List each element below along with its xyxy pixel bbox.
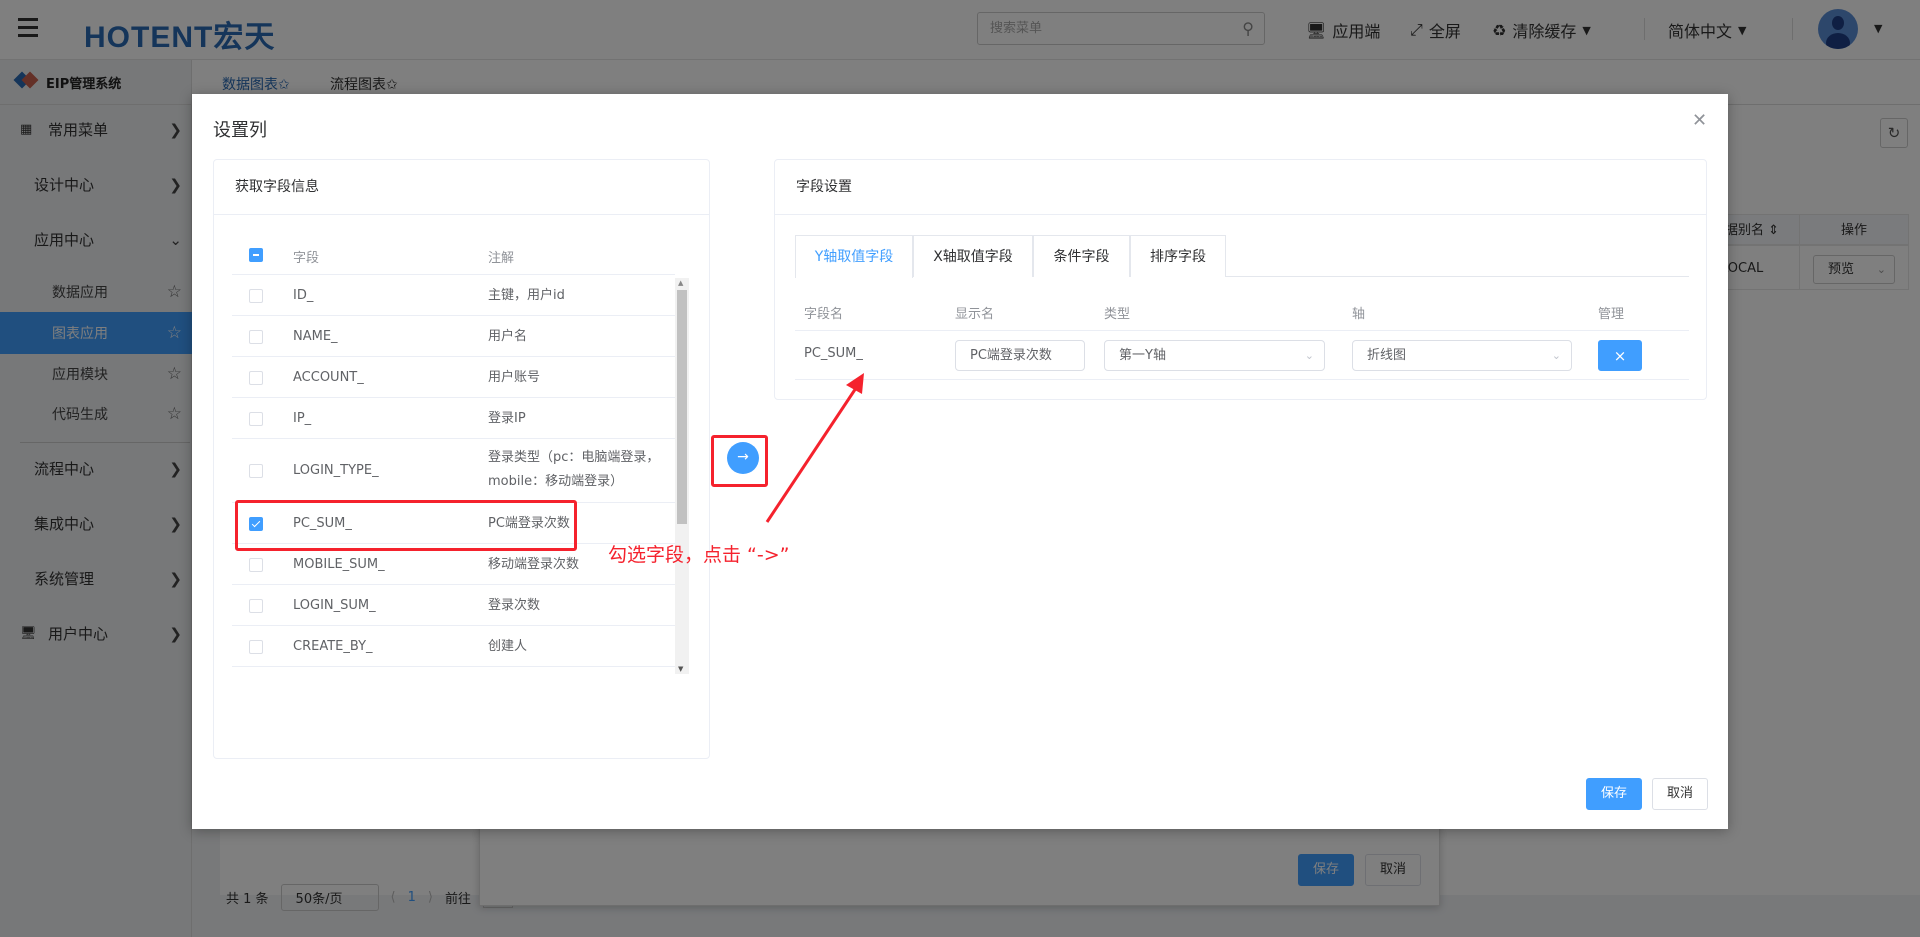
annotation-arrow	[765, 373, 864, 523]
annotation-arrow-line	[765, 384, 860, 523]
